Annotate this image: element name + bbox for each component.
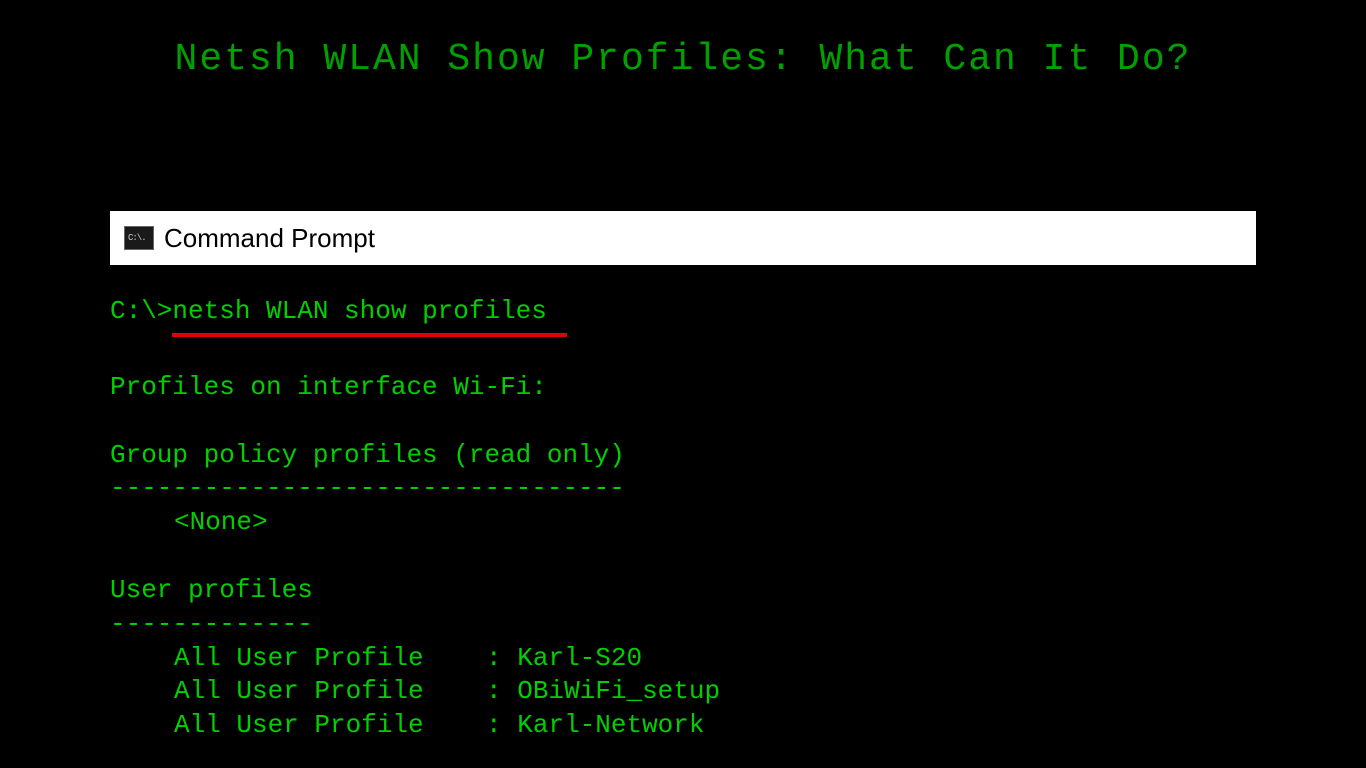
prompt-prefix: C:\> [110, 296, 172, 326]
command-prompt-window: C:\. Command Prompt C:\>netsh WLAN show … [110, 211, 1256, 743]
profile-row: All User Profile : Karl-Network [110, 709, 1256, 743]
cmd-icon-text: C:\. [128, 233, 146, 243]
window-title-text: Command Prompt [164, 223, 375, 254]
user-profiles-header: User profiles [110, 574, 1256, 608]
output-block: Profiles on interface Wi-Fi: Group polic… [110, 371, 1256, 743]
group-policy-none: <None> [110, 506, 1256, 540]
command-prompt-line: C:\>netsh WLAN show profiles [110, 295, 547, 329]
interface-header: Profiles on interface Wi-Fi: [110, 371, 1256, 405]
page-title: Netsh WLAN Show Profiles: What Can It Do… [0, 0, 1366, 81]
window-title-bar: C:\. Command Prompt [110, 211, 1256, 265]
prompt-command: netsh WLAN show profiles [172, 296, 546, 326]
user-profiles-list: All User Profile : Karl-S20All User Prof… [110, 642, 1256, 743]
command-underline-annotation [172, 333, 567, 337]
profile-row: All User Profile : OBiWiFi_setup [110, 675, 1256, 709]
command-prompt-icon: C:\. [124, 226, 154, 250]
group-policy-header: Group policy profiles (read only) [110, 439, 1256, 473]
terminal-output-area[interactable]: C:\>netsh WLAN show profiles Profiles on… [110, 265, 1256, 743]
group-policy-divider: --------------------------------- [110, 472, 1256, 506]
user-profiles-divider: ------------- [110, 608, 1256, 642]
profile-row: All User Profile : Karl-S20 [110, 642, 1256, 676]
